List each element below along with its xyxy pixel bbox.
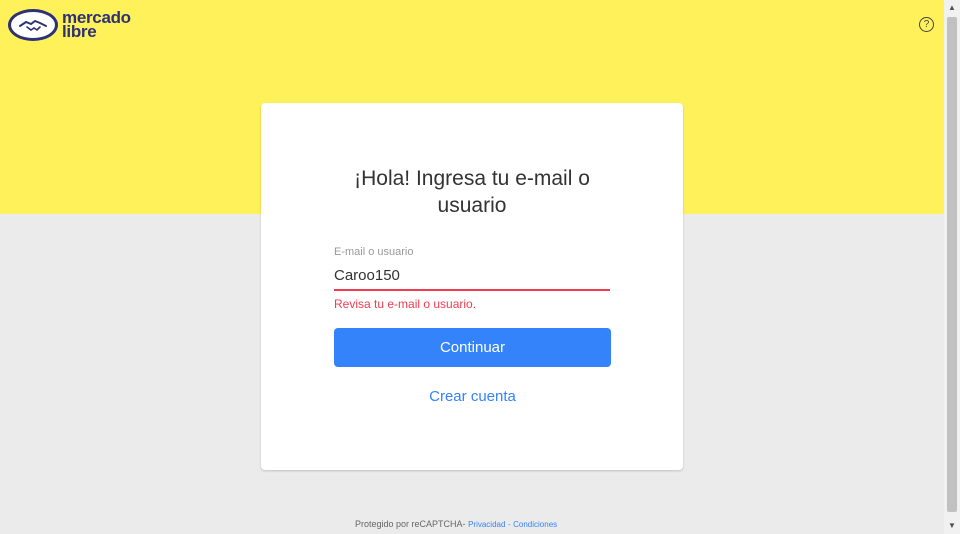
vertical-scrollbar[interactable]: ▲ ▼	[944, 0, 960, 534]
login-card: ¡Hola! Ingresa tu e-mail o usuario E-mai…	[261, 103, 683, 470]
email-field-label: E-mail o usuario	[334, 246, 414, 258]
scroll-down-arrow-icon[interactable]: ▼	[944, 518, 960, 534]
handshake-icon	[8, 9, 58, 41]
logo-text: mercado libre	[62, 9, 131, 41]
logo-line-2: libre	[62, 22, 97, 41]
recaptcha-footer: Protegido por reCAPTCHA- Privacidad - Co…	[355, 519, 557, 529]
create-account-link[interactable]: Crear cuenta	[334, 388, 611, 405]
recaptcha-text: Protegido por reCAPTCHA-	[355, 519, 466, 529]
privacy-link[interactable]: Privacidad	[468, 520, 505, 529]
page-title: ¡Hola! Ingresa tu e-mail o usuario	[354, 167, 590, 217]
error-message: Revisa tu e-mail o usuario.	[334, 297, 477, 311]
email-field[interactable]	[334, 262, 610, 291]
scroll-up-arrow-icon[interactable]: ▲	[944, 0, 960, 16]
terms-link[interactable]: Condiciones	[513, 520, 557, 529]
footer-separator: -	[507, 520, 511, 529]
scrollbar-thumb[interactable]	[947, 17, 957, 512]
mercadolibre-logo[interactable]: mercado libre	[8, 9, 131, 41]
help-icon[interactable]: ?	[919, 17, 934, 32]
continue-button[interactable]: Continuar	[334, 328, 611, 367]
